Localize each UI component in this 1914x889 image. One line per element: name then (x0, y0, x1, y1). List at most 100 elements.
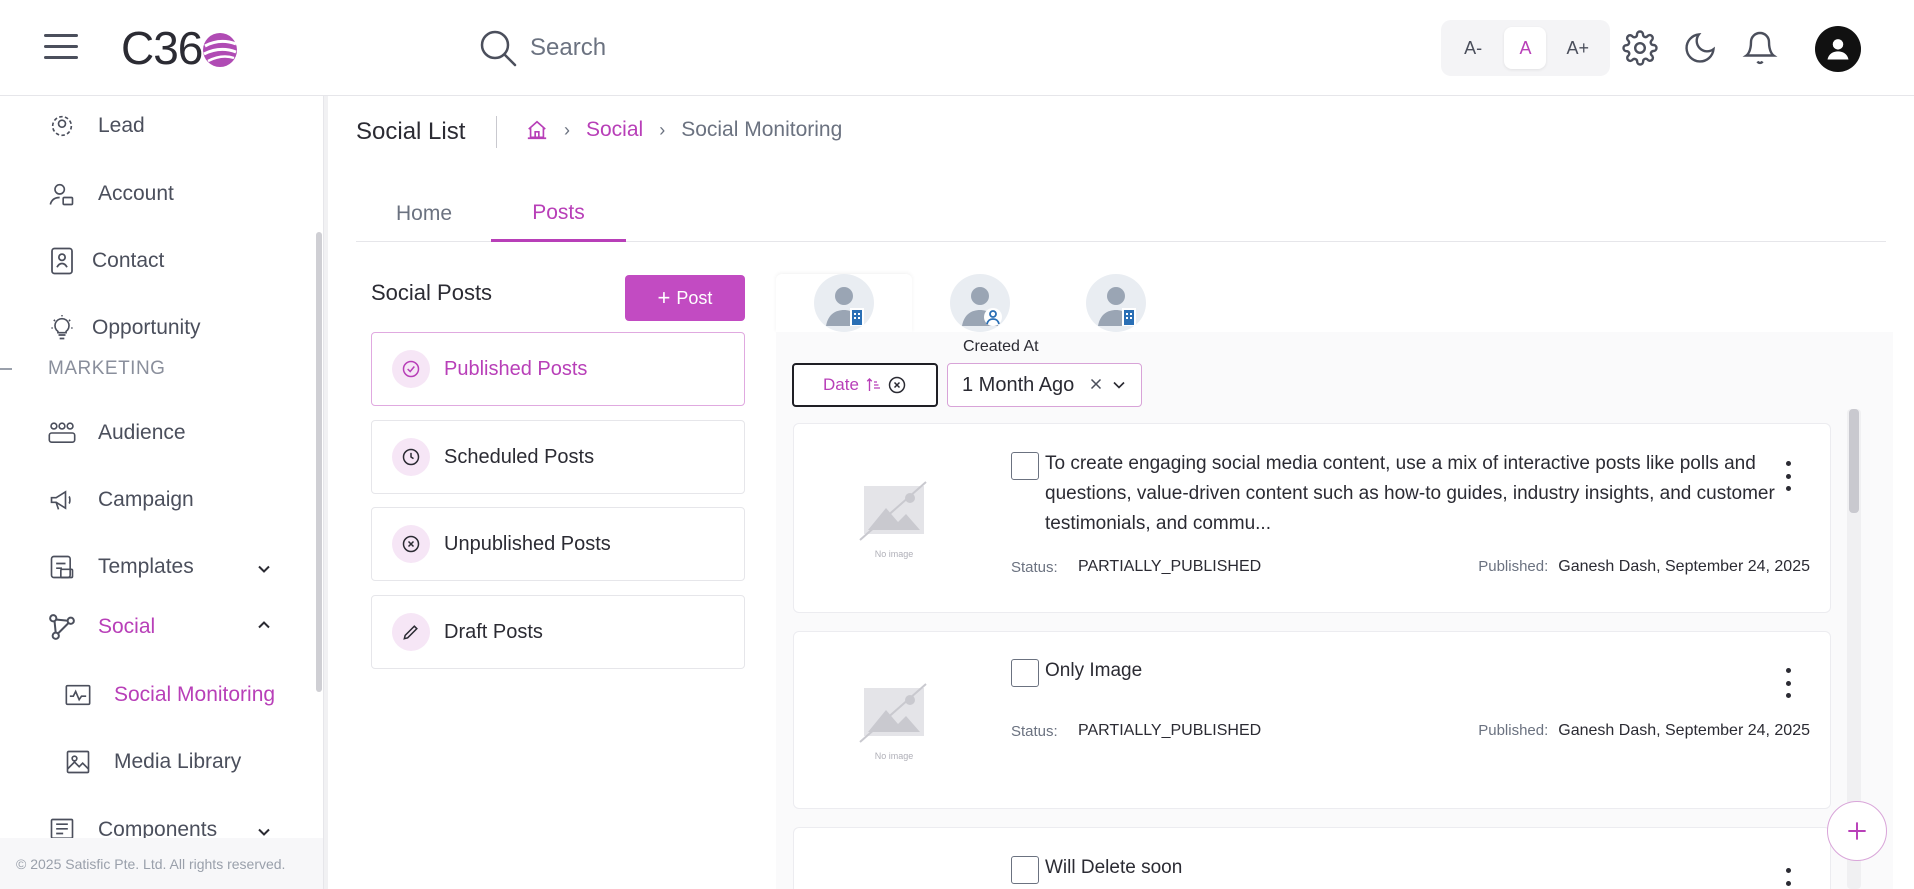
no-image-placeholder: No image (854, 478, 934, 568)
filter-draft-posts[interactable]: Draft Posts (371, 595, 745, 669)
post-card[interactable]: No image To create engaging social media… (793, 423, 1831, 613)
sidebar-item-label: Campaign (98, 488, 194, 511)
no-image-label: No image (874, 549, 914, 559)
tab-posts[interactable]: Posts (491, 186, 626, 242)
sidebar-item-account[interactable]: Account (46, 174, 174, 214)
date-sort-chip[interactable]: Date (792, 363, 938, 407)
chevron-up-icon[interactable] (254, 615, 274, 635)
tab-home[interactable]: Home (356, 186, 492, 242)
sidebar-item-templates[interactable]: Templates (46, 547, 274, 587)
top-bar: C36 A- A A+ (0, 0, 1914, 96)
post-card[interactable]: Will Delete soon (793, 827, 1831, 889)
sidebar-item-social-monitoring[interactable]: Social Monitoring (62, 675, 275, 715)
divider (496, 116, 497, 148)
new-post-button[interactable]: + Post (625, 275, 745, 321)
font-increase-button[interactable]: A+ (1557, 27, 1599, 69)
sidebar-item-social[interactable]: Social (46, 607, 274, 647)
filter-label: Published Posts (444, 357, 588, 380)
sidebar-item-label: Audience (98, 421, 186, 444)
filter-label: Draft Posts (444, 620, 543, 643)
post-checkbox[interactable] (1011, 452, 1039, 480)
sidebar-item-label: Media Library (114, 750, 242, 773)
main-content: Social List › Social › Social Monitoring… (328, 96, 1914, 889)
status-label: Status: (1011, 723, 1058, 740)
breadcrumb-social[interactable]: Social (586, 118, 643, 142)
lightbulb-icon (46, 312, 78, 344)
moon-icon[interactable] (1682, 30, 1718, 66)
x-circle-icon (392, 525, 430, 563)
published-by: Ganesh Dash, September 24, 2025 (1558, 722, 1810, 739)
bell-icon[interactable] (1742, 30, 1778, 66)
sidebar-item-label: Opportunity (92, 316, 201, 339)
templates-icon (46, 551, 78, 583)
font-size-controls: A- A A+ (1441, 20, 1610, 76)
contact-icon (46, 245, 78, 277)
company-account-icon (1086, 274, 1146, 332)
post-status: PARTIALLY_PUBLISHED (1078, 722, 1262, 739)
published-label: Published: (1478, 558, 1549, 575)
search-icon (480, 30, 517, 67)
search-input[interactable] (530, 34, 890, 62)
search-bar[interactable] (478, 24, 898, 72)
filter-unpublished-posts[interactable]: Unpublished Posts (371, 507, 745, 581)
pencil-icon (392, 613, 430, 651)
breadcrumb-current: Social Monitoring (681, 118, 843, 141)
no-image-placeholder: No image (854, 680, 934, 770)
post-status: PARTIALLY_PUBLISHED (1078, 558, 1262, 575)
status-label: Status: (1011, 559, 1058, 576)
sidebar-item-contact[interactable]: Contact (46, 241, 164, 281)
section-heading-marketing: MARKETING (48, 358, 166, 379)
plus-icon (1848, 822, 1866, 840)
account-tab-3[interactable] (1048, 274, 1184, 332)
filter-label: Unpublished Posts (444, 532, 611, 555)
sidebar-scrollbar[interactable] (316, 232, 322, 692)
sidebar-item-label: Account (98, 182, 174, 205)
post-text: Only Image (1045, 660, 1143, 681)
chevron-right-icon: › (659, 119, 666, 140)
menu-icon[interactable] (44, 34, 78, 60)
add-floating-button[interactable] (1827, 801, 1887, 861)
scrollbar-thumb[interactable] (1849, 409, 1859, 513)
sidebar-item-audience[interactable]: Audience (46, 413, 186, 453)
chevron-down-icon[interactable] (1109, 375, 1129, 395)
page-title: Social List (356, 118, 466, 145)
published-by: Ganesh Dash, September 24, 2025 (1558, 558, 1810, 575)
filter-published-posts[interactable]: Published Posts (371, 332, 745, 406)
clear-circle-icon[interactable] (887, 375, 907, 395)
sidebar-item-label: Social Monitoring (114, 683, 276, 706)
sidebar: Lead Account Contact Opportunity MARKETI… (0, 96, 324, 889)
sidebar-item-opportunity[interactable]: Opportunity (46, 308, 201, 348)
sidebar-item-label: Lead (98, 114, 145, 137)
filter-scheduled-posts[interactable]: Scheduled Posts (371, 420, 745, 494)
sidebar-item-media-library[interactable]: Media Library (62, 742, 241, 782)
logo[interactable]: C36 (121, 20, 240, 76)
account-icon (46, 178, 78, 210)
more-vertical-icon[interactable] (1784, 461, 1792, 491)
more-vertical-icon[interactable] (1784, 668, 1792, 698)
clear-icon[interactable] (1087, 375, 1105, 393)
user-avatar-icon[interactable] (1815, 26, 1861, 72)
account-tab-1[interactable] (776, 274, 912, 332)
font-decrease-button[interactable]: A- (1452, 27, 1494, 69)
post-published-info: Published: Ganesh Dash, September 24, 202… (1478, 722, 1810, 740)
sidebar-item-lead[interactable]: Lead (46, 106, 145, 146)
chevron-down-icon[interactable] (254, 559, 274, 579)
account-tab-2[interactable] (912, 274, 1048, 332)
post-checkbox[interactable] (1011, 659, 1039, 687)
logo-text: C36 (121, 22, 203, 74)
post-published-info: Published: Ganesh Dash, September 24, 202… (1478, 558, 1810, 576)
sort-ascending-icon (866, 378, 880, 391)
sidebar-item-campaign[interactable]: Campaign (46, 480, 194, 520)
post-checkbox[interactable] (1011, 856, 1039, 884)
more-vertical-icon[interactable] (1784, 868, 1792, 889)
font-default-button[interactable]: A (1504, 27, 1547, 69)
home-icon[interactable] (526, 119, 548, 141)
gear-icon[interactable] (1622, 30, 1658, 66)
post-card[interactable]: No image Only Image Status: PARTIALLY_PU… (793, 631, 1831, 809)
chevron-right-icon: › (564, 119, 570, 140)
divider (0, 368, 12, 370)
date-sort-label: Date (823, 375, 859, 394)
social-icon (46, 611, 78, 643)
date-range-select[interactable]: 1 Month Ago (947, 363, 1142, 407)
sidebar-item-label: Social (98, 615, 156, 638)
